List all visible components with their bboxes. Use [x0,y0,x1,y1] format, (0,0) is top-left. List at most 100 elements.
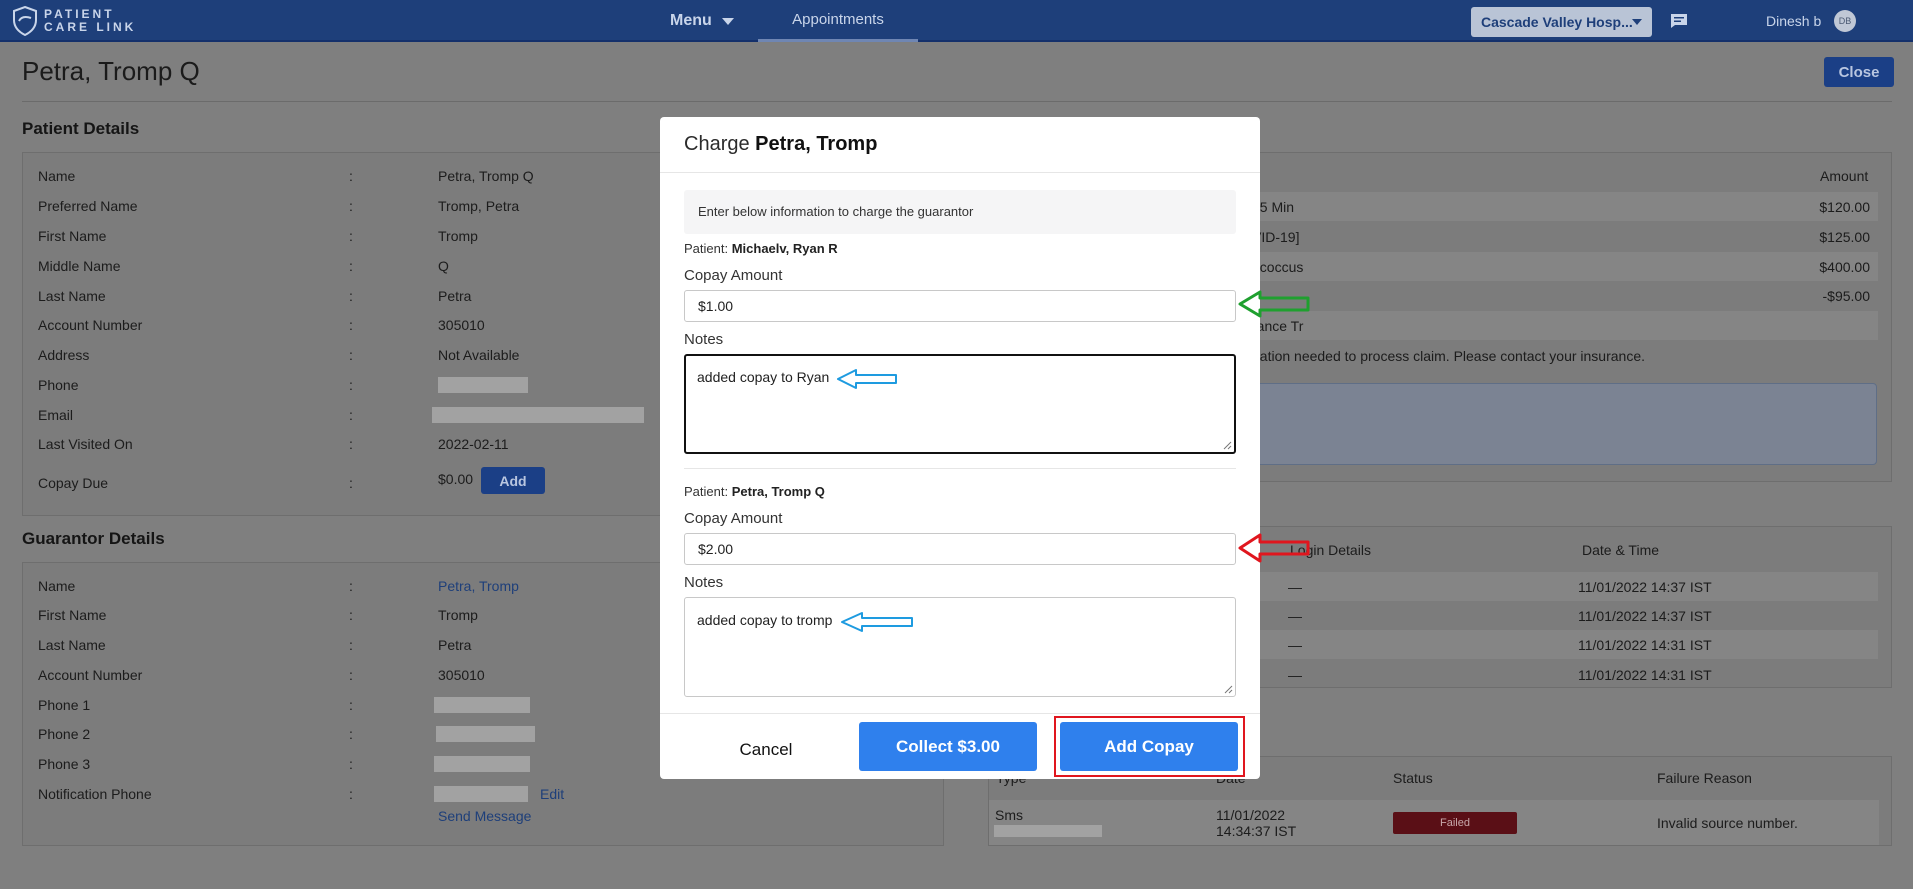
patient-prefix: Patient: [684,241,729,256]
field-value: Tromp [438,228,478,244]
field-value: 2022-02-11 [438,436,509,452]
status-header: Status [1393,770,1433,786]
redacted-value [994,825,1102,837]
patient-label: Patient: Michaelv, Ryan R [684,241,838,256]
collect-button[interactable]: Collect $3.00 [859,722,1037,771]
resize-handle-icon[interactable] [1223,684,1233,694]
app-logo[interactable]: PATIENT CARE LINK [12,5,136,37]
guarantor-name-link[interactable]: Petra, Tromp [438,578,519,594]
separator: : [349,198,353,214]
chevron-down-icon [721,17,734,25]
patient-label: Patient: Petra, Tromp Q [684,484,825,499]
logo-text: PATIENT CARE LINK [44,8,136,34]
redacted-value [434,697,530,713]
copay-amount-label: Copay Amount [684,267,783,284]
copay-amount-value: $2.00 [698,541,734,557]
separator: : [349,377,353,393]
resize-handle-icon[interactable] [1222,440,1232,450]
copay-amount-label: Copay Amount [684,510,783,527]
separator: : [349,288,353,304]
status-badge: Failed [1393,812,1517,834]
copay-amount-input[interactable]: $2.00 [684,533,1236,565]
field-label: First Name [38,607,107,623]
separator: : [349,578,353,594]
message-time: 14:34:37 IST [1216,823,1297,839]
separator: : [349,756,353,772]
copay-due-label: Copay Due [38,475,109,491]
message-date: 11/01/2022 [1216,807,1286,823]
notes-value: added copay to tromp [697,612,833,628]
login-datetime: 11/01/2022 14:31 IST [1578,637,1712,653]
charge-amount: $400.00 [1819,259,1870,275]
redacted-value [434,786,528,802]
charge-amount: -$95.00 [1822,288,1870,304]
copay-due-value: $0.00 [438,471,474,487]
separator: : [349,726,353,742]
field-label: Notification Phone [38,786,152,802]
cancel-button[interactable]: Cancel [716,733,816,767]
separator: : [349,258,353,274]
charge-amount: $120.00 [1819,199,1870,215]
field-value: 305010 [438,317,485,333]
field-value: Petra [438,637,472,653]
menu-label: Menu [670,12,712,29]
field-value: Tromp [438,607,478,623]
failure-reason: Invalid source number. [1657,815,1798,831]
field-label: Account Number [38,667,143,683]
add-copay-due-button[interactable]: Add [481,467,545,494]
divider [22,101,1892,102]
modal-title: Charge Petra, Tromp [684,133,877,156]
message-type: Sms [995,807,1023,823]
separator: : [349,475,353,491]
patient-details-title: Patient Details [22,119,140,138]
field-value: Not Available [438,347,520,363]
chevron-down-icon [1632,19,1642,25]
field-label: Address [38,347,90,363]
redacted-value [438,377,528,393]
copay-amount-input[interactable]: $1.00 [684,290,1236,322]
field-value: 305010 [438,667,485,683]
patient-name: Petra, Tromp Q [731,484,825,499]
notes-label: Notes [684,331,724,348]
notes-value: added copay to Ryan [697,369,830,385]
separator: : [349,407,353,423]
table-row [1252,572,1878,601]
notes-textarea[interactable]: added copay to tromp [684,597,1236,697]
redacted-value [434,756,530,772]
menu-dropdown[interactable]: Menu [670,0,734,42]
datetime-header: Date & Time [1582,542,1660,558]
modal-title-prefix: Charge [684,133,750,155]
patient-prefix: Patient: [684,484,729,499]
field-label: Preferred Name [38,198,138,214]
field-label: Last Visited On [38,436,133,452]
login-details: — [1288,637,1302,653]
login-details: — [1288,608,1302,624]
modal-title-name: Petra, Tromp [755,133,878,155]
separator: : [349,697,353,713]
field-label: Phone 1 [38,697,91,713]
hospital-select[interactable]: Cascade Valley Hosp... [1471,7,1652,37]
avatar[interactable]: DB [1834,10,1856,32]
field-value: Tromp, Petra [438,198,520,214]
charge-amount: $125.00 [1819,229,1870,245]
charge-modal: Charge Petra, Tromp Enter below informat… [660,117,1260,779]
edit-phone-link[interactable]: Edit [540,786,564,802]
field-label: First Name [38,228,107,244]
highlight-box [1054,716,1245,777]
field-label: Last Name [38,288,106,304]
shield-logo-icon [13,6,37,36]
charges-note: nation needed to process claim. Please c… [1252,348,1646,364]
field-value: Q [438,258,449,274]
notes-textarea[interactable]: added copay to Ryan [684,354,1236,454]
user-name[interactable]: Dinesh b [1766,13,1821,29]
send-message-link[interactable]: Send Message [438,808,531,824]
table-row [1252,252,1878,281]
red-arrow-icon [1238,533,1310,563]
separator: : [349,637,353,653]
login-details: — [1288,579,1302,595]
charges-info-box [1252,383,1877,465]
nav-appointments[interactable]: Appointments [758,0,918,42]
close-button[interactable]: Close [1824,57,1894,87]
separator: : [349,168,353,184]
chat-icon[interactable] [1670,13,1688,29]
